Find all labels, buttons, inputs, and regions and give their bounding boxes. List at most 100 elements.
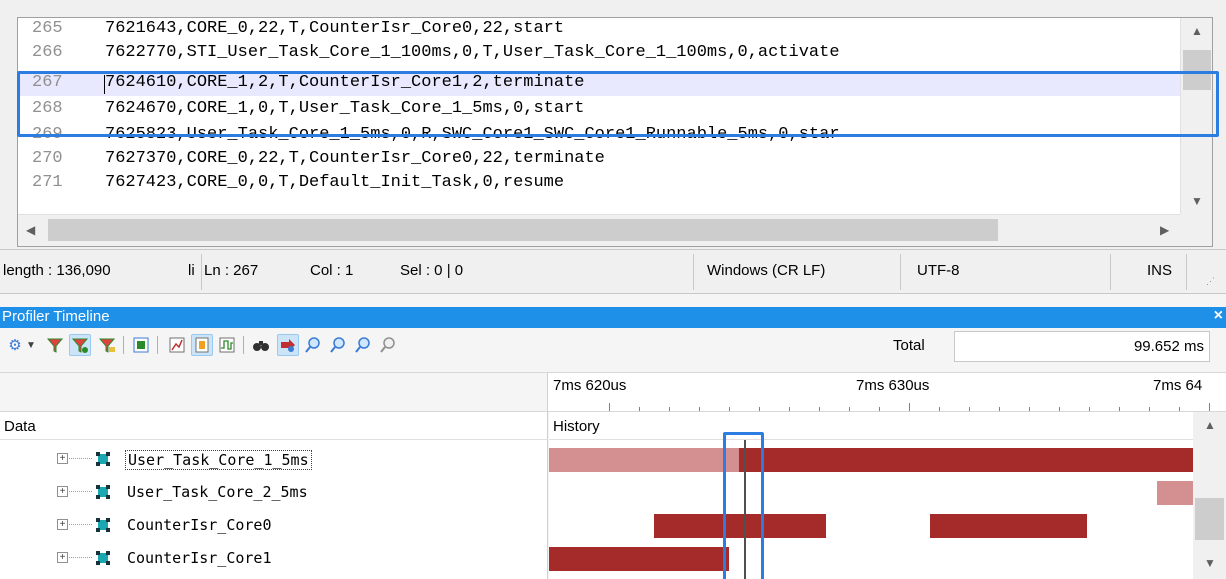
line-text: 7622770,STI_User_Task_Core_1_100ms,0,T,U… xyxy=(105,43,840,62)
ruler-tick xyxy=(1149,407,1150,411)
selection-highlight-box xyxy=(17,71,1219,137)
ruler-tick xyxy=(819,407,820,411)
panel-title-bar: Profiler Timeline × xyxy=(0,307,1226,328)
timeline-bar-running[interactable] xyxy=(549,547,729,571)
timeline-bar-running[interactable] xyxy=(930,514,1087,538)
total-value: 99.652 ms xyxy=(1133,338,1204,355)
scroll-corner xyxy=(1180,214,1212,246)
ruler-tick xyxy=(1179,407,1180,411)
status-encoding[interactable]: UTF-8 xyxy=(917,262,960,279)
tree-connector xyxy=(69,524,92,525)
ruler-tick xyxy=(759,407,760,411)
task-label: CounterIsr_Core1 xyxy=(127,549,272,567)
expand-icon[interactable]: + xyxy=(57,552,68,563)
timeline-bar-running[interactable] xyxy=(739,448,1193,472)
tree-row[interactable]: + CounterIsr_Core1 xyxy=(0,544,548,573)
code-line[interactable]: 266 7622770,STI_User_Task_Core_1_100ms,0… xyxy=(18,42,1180,66)
ruler-tick xyxy=(669,407,670,411)
status-eol[interactable]: Windows (CR LF) xyxy=(707,262,825,279)
profiler-toolbar: ⚙ ▼ Total 99.652 ms xyxy=(0,328,1226,372)
status-separator xyxy=(900,254,901,290)
line-text: 7627423,CORE_0,0,T,Default_Init_Task,0,r… xyxy=(105,173,565,190)
scroll-down-icon[interactable]: ▼ xyxy=(1204,556,1216,570)
export-icon[interactable] xyxy=(130,334,152,356)
scroll-left-icon[interactable]: ◀ xyxy=(26,223,35,237)
status-column: Col : 1 xyxy=(310,262,354,279)
scroll-up-icon[interactable]: ▲ xyxy=(1191,24,1203,38)
status-insert-mode[interactable]: INS xyxy=(1147,262,1172,279)
status-line: Ln : 267 xyxy=(204,262,259,279)
total-field: 99.652 ms xyxy=(954,331,1210,362)
timeline-vertical-scrollbar[interactable]: ▲ ▼ xyxy=(1193,412,1226,579)
scrollbar-thumb[interactable] xyxy=(48,219,998,241)
ruler-tick xyxy=(939,407,940,411)
task-icon xyxy=(96,518,110,532)
chart-icon[interactable] xyxy=(166,334,188,356)
status-separator xyxy=(693,254,694,290)
ruler-tick xyxy=(999,407,1000,411)
zoom-fit-icon[interactable] xyxy=(352,334,374,356)
goto-icon[interactable] xyxy=(277,334,299,356)
ruler-label: 7ms 620us xyxy=(553,377,627,394)
code-line[interactable]: 270 7627370,CORE_0,22,T,CounterIsr_Core0… xyxy=(18,148,1180,172)
history-timeline[interactable] xyxy=(549,440,1193,579)
tree-row[interactable]: + User_Task_Core_2_5ms xyxy=(0,478,548,507)
ruler-tick xyxy=(639,407,640,411)
tree-connector xyxy=(69,458,92,459)
task-label: CounterIsr_Core0 xyxy=(127,516,272,534)
editor-horizontal-scrollbar[interactable]: ◀ ▶ xyxy=(18,214,1180,246)
filter-edit-icon[interactable] xyxy=(96,334,118,356)
task-label: User_Task_Core_2_5ms xyxy=(127,483,308,501)
data-column-header[interactable]: Data xyxy=(0,412,548,440)
scroll-up-icon[interactable]: ▲ xyxy=(1204,418,1216,432)
text-editor: 265 7621643,CORE_0,22,T,CounterIsr_Core0… xyxy=(0,0,1226,249)
tree-row[interactable]: + CounterIsr_Core0 xyxy=(0,511,548,540)
tree-row[interactable]: + User_Task_Core_1_5ms xyxy=(0,445,548,474)
filter-active-icon[interactable] xyxy=(69,334,91,356)
line-number: 270 xyxy=(32,149,63,168)
ruler-tick xyxy=(729,407,730,411)
zoom-in-icon[interactable] xyxy=(302,334,324,356)
zoom-reset-icon[interactable] xyxy=(377,334,399,356)
timeline-bar-ready[interactable] xyxy=(1157,481,1193,505)
toolbar-separator xyxy=(243,336,244,354)
toolbar-separator xyxy=(157,336,158,354)
ruler-tick xyxy=(789,407,790,411)
waveform-icon[interactable] xyxy=(216,334,238,356)
scroll-right-icon[interactable]: ▶ xyxy=(1160,223,1169,237)
status-separator xyxy=(201,254,202,290)
ruler-tick xyxy=(609,403,610,411)
history-header-label: History xyxy=(553,418,600,435)
time-ruler[interactable]: 7ms 620us 7ms 630us 7ms 64 xyxy=(0,372,1226,412)
code-line[interactable]: 271 7627423,CORE_0,0,T,Default_Init_Task… xyxy=(18,172,1180,190)
binoculars-icon[interactable] xyxy=(250,334,272,356)
expand-icon[interactable]: + xyxy=(57,453,68,464)
ruler-tick xyxy=(849,407,850,411)
gear-icon[interactable]: ⚙ xyxy=(4,334,26,356)
history-column-header[interactable]: History xyxy=(549,412,1226,440)
task-label: User_Task_Core_1_5ms xyxy=(125,450,312,470)
filter-icon[interactable] xyxy=(44,334,66,356)
expand-icon[interactable]: + xyxy=(57,519,68,530)
ruler-tick xyxy=(969,407,970,411)
ruler-spacer xyxy=(0,373,548,411)
timeline-bar-ready[interactable] xyxy=(549,448,739,472)
scrollbar-thumb[interactable] xyxy=(1195,498,1224,540)
ruler-tick xyxy=(909,403,910,411)
scroll-down-icon[interactable]: ▼ xyxy=(1191,194,1203,208)
line-text: 7621643,CORE_0,22,T,CounterIsr_Core0,22,… xyxy=(105,19,565,38)
status-bar: length : 136,090 li Ln : 267 Col : 1 Sel… xyxy=(0,249,1226,294)
status-selection: Sel : 0 | 0 xyxy=(400,262,464,279)
ruler-tick xyxy=(1089,407,1090,411)
total-label: Total xyxy=(893,337,925,354)
highlight-icon[interactable] xyxy=(191,334,213,356)
zoom-out-icon[interactable] xyxy=(327,334,349,356)
profiler-timeline-panel: Profiler Timeline × ⚙ ▼ Total 99.652 ms … xyxy=(0,294,1226,579)
dropdown-arrow-icon[interactable]: ▼ xyxy=(24,334,38,356)
toolbar-separator xyxy=(123,336,124,354)
ruler-tick xyxy=(1029,407,1030,411)
close-icon[interactable]: × xyxy=(1214,307,1223,325)
resize-grip-icon[interactable]: ⋰ xyxy=(1206,276,1215,287)
code-line[interactable]: 265 7621643,CORE_0,22,T,CounterIsr_Core0… xyxy=(18,18,1180,42)
expand-icon[interactable]: + xyxy=(57,486,68,497)
